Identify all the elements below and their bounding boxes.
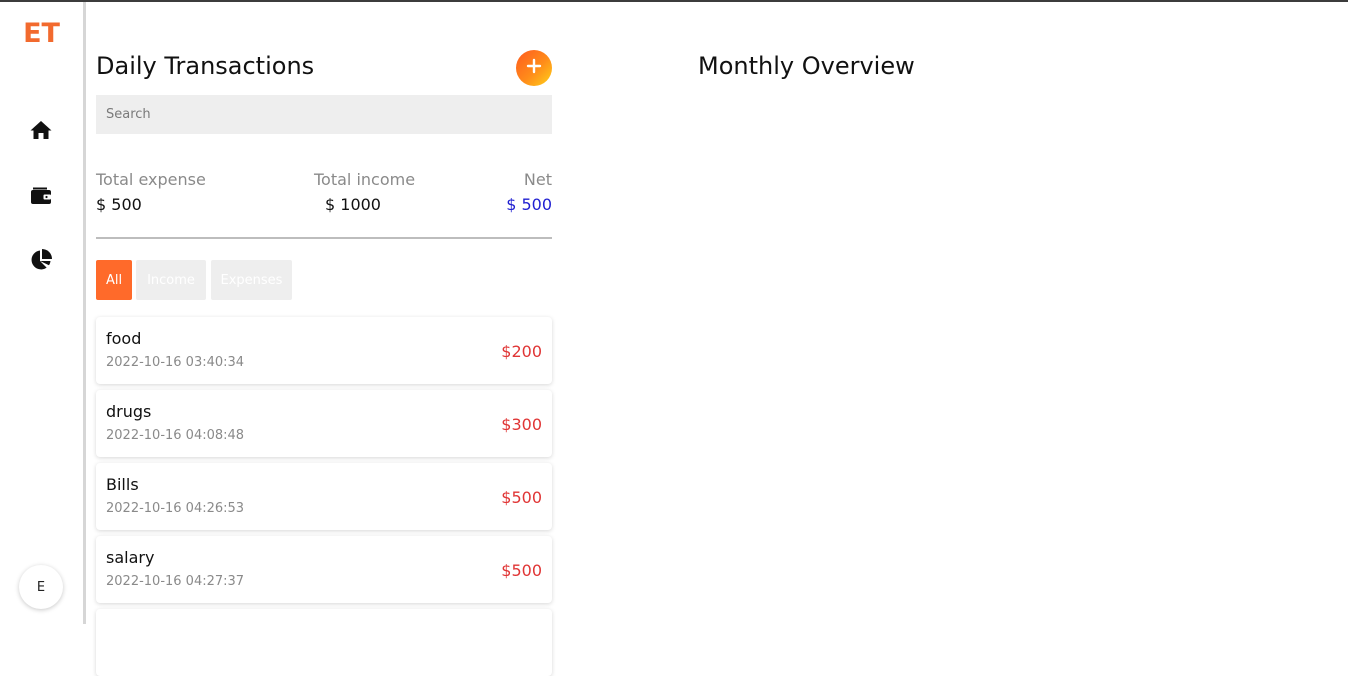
home-icon[interactable] xyxy=(29,118,53,142)
transaction-card[interactable] xyxy=(96,609,552,676)
transaction-card[interactable]: Bills 2022-10-16 04:26:53 $500 xyxy=(96,463,552,530)
transaction-amount: $300 xyxy=(501,415,542,434)
transaction-category: salary xyxy=(106,548,155,567)
transaction-category: Bills xyxy=(106,475,139,494)
net-value: $ 500 xyxy=(506,195,552,214)
add-transaction-button[interactable] xyxy=(516,50,552,86)
wallet-icon[interactable] xyxy=(29,183,53,207)
transaction-amount: $500 xyxy=(501,561,542,580)
transaction-amount: $500 xyxy=(501,488,542,507)
sidebar: ET E xyxy=(0,2,86,624)
filter-expenses-button[interactable]: Expenses xyxy=(211,260,292,300)
filter-all-button[interactable]: All xyxy=(96,260,132,300)
total-income-label: Total income xyxy=(314,170,416,189)
transaction-datetime: 2022-10-16 04:27:37 xyxy=(106,574,245,589)
transaction-card[interactable]: drugs 2022-10-16 04:08:48 $300 xyxy=(96,390,552,457)
transaction-card[interactable]: food 2022-10-16 03:40:34 $200 xyxy=(96,317,552,384)
summary-divider xyxy=(96,237,552,239)
monthly-overview-title: Monthly Overview xyxy=(698,52,915,80)
search-input[interactable] xyxy=(96,95,552,134)
window-top-border xyxy=(0,0,1348,2)
transaction-amount: $200 xyxy=(501,342,542,361)
transaction-datetime: 2022-10-16 03:40:34 xyxy=(106,355,245,370)
plus-icon xyxy=(526,58,542,78)
filter-income-button[interactable]: Income xyxy=(136,260,206,300)
app-logo[interactable]: ET xyxy=(0,18,83,49)
user-avatar[interactable]: E xyxy=(19,565,63,609)
net-label: Net xyxy=(523,170,552,189)
pie-chart-icon[interactable] xyxy=(29,248,53,272)
total-income-value: $ 1000 xyxy=(325,195,381,214)
transaction-category: food xyxy=(106,329,142,348)
transaction-datetime: 2022-10-16 04:26:53 xyxy=(106,501,245,516)
transaction-card[interactable]: salary 2022-10-16 04:27:37 $500 xyxy=(96,536,552,603)
total-expense-value: $ 500 xyxy=(96,195,142,214)
transaction-category: drugs xyxy=(106,402,152,421)
total-expense-label: Total expense xyxy=(96,170,206,189)
transaction-datetime: 2022-10-16 04:08:48 xyxy=(106,428,245,443)
page-title: Daily Transactions xyxy=(96,52,315,80)
